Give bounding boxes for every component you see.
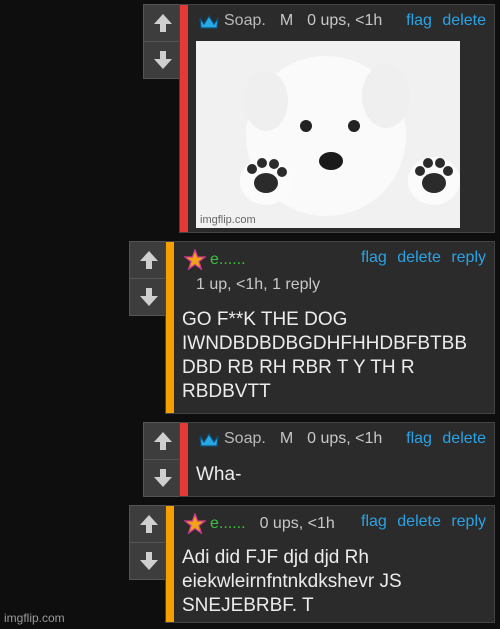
- mod-tag: M: [279, 430, 294, 447]
- reply-link[interactable]: reply: [451, 513, 486, 530]
- image-watermark: imgflip.com: [200, 214, 256, 226]
- comment-body: e...... flag delete reply 1 up, <1h, 1 r…: [165, 241, 495, 414]
- text-line: IWNDBDBDBGDHFHHDBFBTBB: [182, 333, 468, 354]
- vote-box: [143, 422, 183, 497]
- delete-link[interactable]: delete: [442, 430, 486, 447]
- comment-body: Soap. M 0 ups, <1h flag delete imgflip.c…: [179, 4, 495, 233]
- up-arrow-icon: [154, 432, 172, 450]
- ups-count: 0 ups, <1h: [307, 430, 383, 447]
- comment-body: e...... 0 ups, <1h flag delete reply Adi…: [165, 505, 495, 623]
- ups-count: 0 ups, <1h: [259, 515, 335, 532]
- puppy-picture: [196, 41, 460, 228]
- text-line: DBD RB RH RBR T Y TH R: [182, 357, 415, 378]
- down-arrow-icon: [140, 288, 158, 306]
- upvote-button[interactable]: [144, 5, 182, 41]
- text-line: SNEJEBRBF. T: [182, 595, 314, 616]
- comment-actions: flag delete: [400, 12, 486, 30]
- comment-meta: Soap. M 0 ups, <1h: [198, 12, 382, 30]
- upvote-button[interactable]: [144, 423, 182, 459]
- ups-count: 0 ups, <1h: [307, 12, 383, 29]
- mod-bar: [180, 5, 188, 232]
- footer-watermark: imgflip.com: [4, 611, 65, 625]
- comment: Soap. M 0 ups, <1h flag delete Wha-: [143, 422, 495, 497]
- ups-count: 1 up, <1h, 1 reply: [196, 276, 321, 293]
- puppy-image[interactable]: imgflip.com: [196, 41, 460, 228]
- comment-meta: Soap. M 0 ups, <1h: [198, 430, 382, 448]
- comment-text: Adi did FJF djd djd Rh eiekwleirnfntnkdk…: [182, 546, 484, 618]
- comment-text: Wha-: [196, 463, 484, 487]
- crown-icon: [199, 14, 219, 29]
- upvote-button[interactable]: [130, 242, 168, 278]
- star-icon: [184, 249, 206, 271]
- crown-icon: [199, 432, 219, 447]
- up-arrow-icon: [140, 251, 158, 269]
- comment: e...... 0 ups, <1h flag delete reply Adi…: [129, 505, 495, 623]
- vote-box: [129, 241, 169, 316]
- comment-actions: flag delete reply: [355, 249, 486, 267]
- downvote-button[interactable]: [130, 278, 168, 315]
- username[interactable]: e......: [210, 251, 246, 269]
- comment-body: Soap. M 0 ups, <1h flag delete Wha-: [179, 422, 495, 497]
- delete-link[interactable]: delete: [442, 12, 486, 29]
- down-arrow-icon: [154, 469, 172, 487]
- comment: e...... flag delete reply 1 up, <1h, 1 r…: [129, 241, 495, 414]
- flag-link[interactable]: flag: [361, 513, 387, 530]
- delete-link[interactable]: delete: [397, 513, 441, 530]
- flag-link[interactable]: flag: [406, 12, 432, 29]
- down-arrow-icon: [140, 552, 158, 570]
- downvote-button[interactable]: [144, 459, 182, 496]
- user-bar: [166, 506, 174, 622]
- comment-meta: e...... 0 ups, <1h: [184, 513, 335, 535]
- downvote-button[interactable]: [144, 41, 182, 78]
- reply-link[interactable]: reply: [451, 249, 486, 266]
- downvote-button[interactable]: [130, 542, 168, 579]
- flag-link[interactable]: flag: [406, 430, 432, 447]
- comment-text: GO F**K THE DOG IWNDBDBDBGDHFHHDBFBTBB D…: [182, 308, 484, 404]
- delete-link[interactable]: delete: [397, 249, 441, 266]
- text-line: RBDBVTT: [182, 381, 271, 402]
- comment-meta: e......: [184, 249, 246, 271]
- upvote-button[interactable]: [130, 506, 168, 542]
- up-arrow-icon: [154, 14, 172, 32]
- vote-box: [143, 4, 183, 79]
- text-line: Wha-: [196, 464, 242, 485]
- mod-tag: M: [279, 12, 294, 29]
- up-arrow-icon: [140, 515, 158, 533]
- comment-actions: flag delete reply: [355, 513, 486, 531]
- mod-bar: [180, 423, 188, 496]
- vote-box: [129, 505, 169, 580]
- comment: Soap. M 0 ups, <1h flag delete imgflip.c…: [143, 4, 495, 233]
- down-arrow-icon: [154, 51, 172, 69]
- text-line: Adi did FJF djd djd Rh: [182, 547, 369, 568]
- text-line: eiekwleirnfntnkdkshevr JS: [182, 571, 402, 592]
- username[interactable]: Soap.: [224, 430, 266, 448]
- text-line: GO F**K THE DOG: [182, 309, 348, 330]
- user-bar: [166, 242, 174, 413]
- username[interactable]: e......: [210, 515, 246, 533]
- flag-link[interactable]: flag: [361, 249, 387, 266]
- username[interactable]: Soap.: [224, 12, 266, 30]
- star-icon: [184, 513, 206, 535]
- comment-actions: flag delete: [400, 430, 486, 448]
